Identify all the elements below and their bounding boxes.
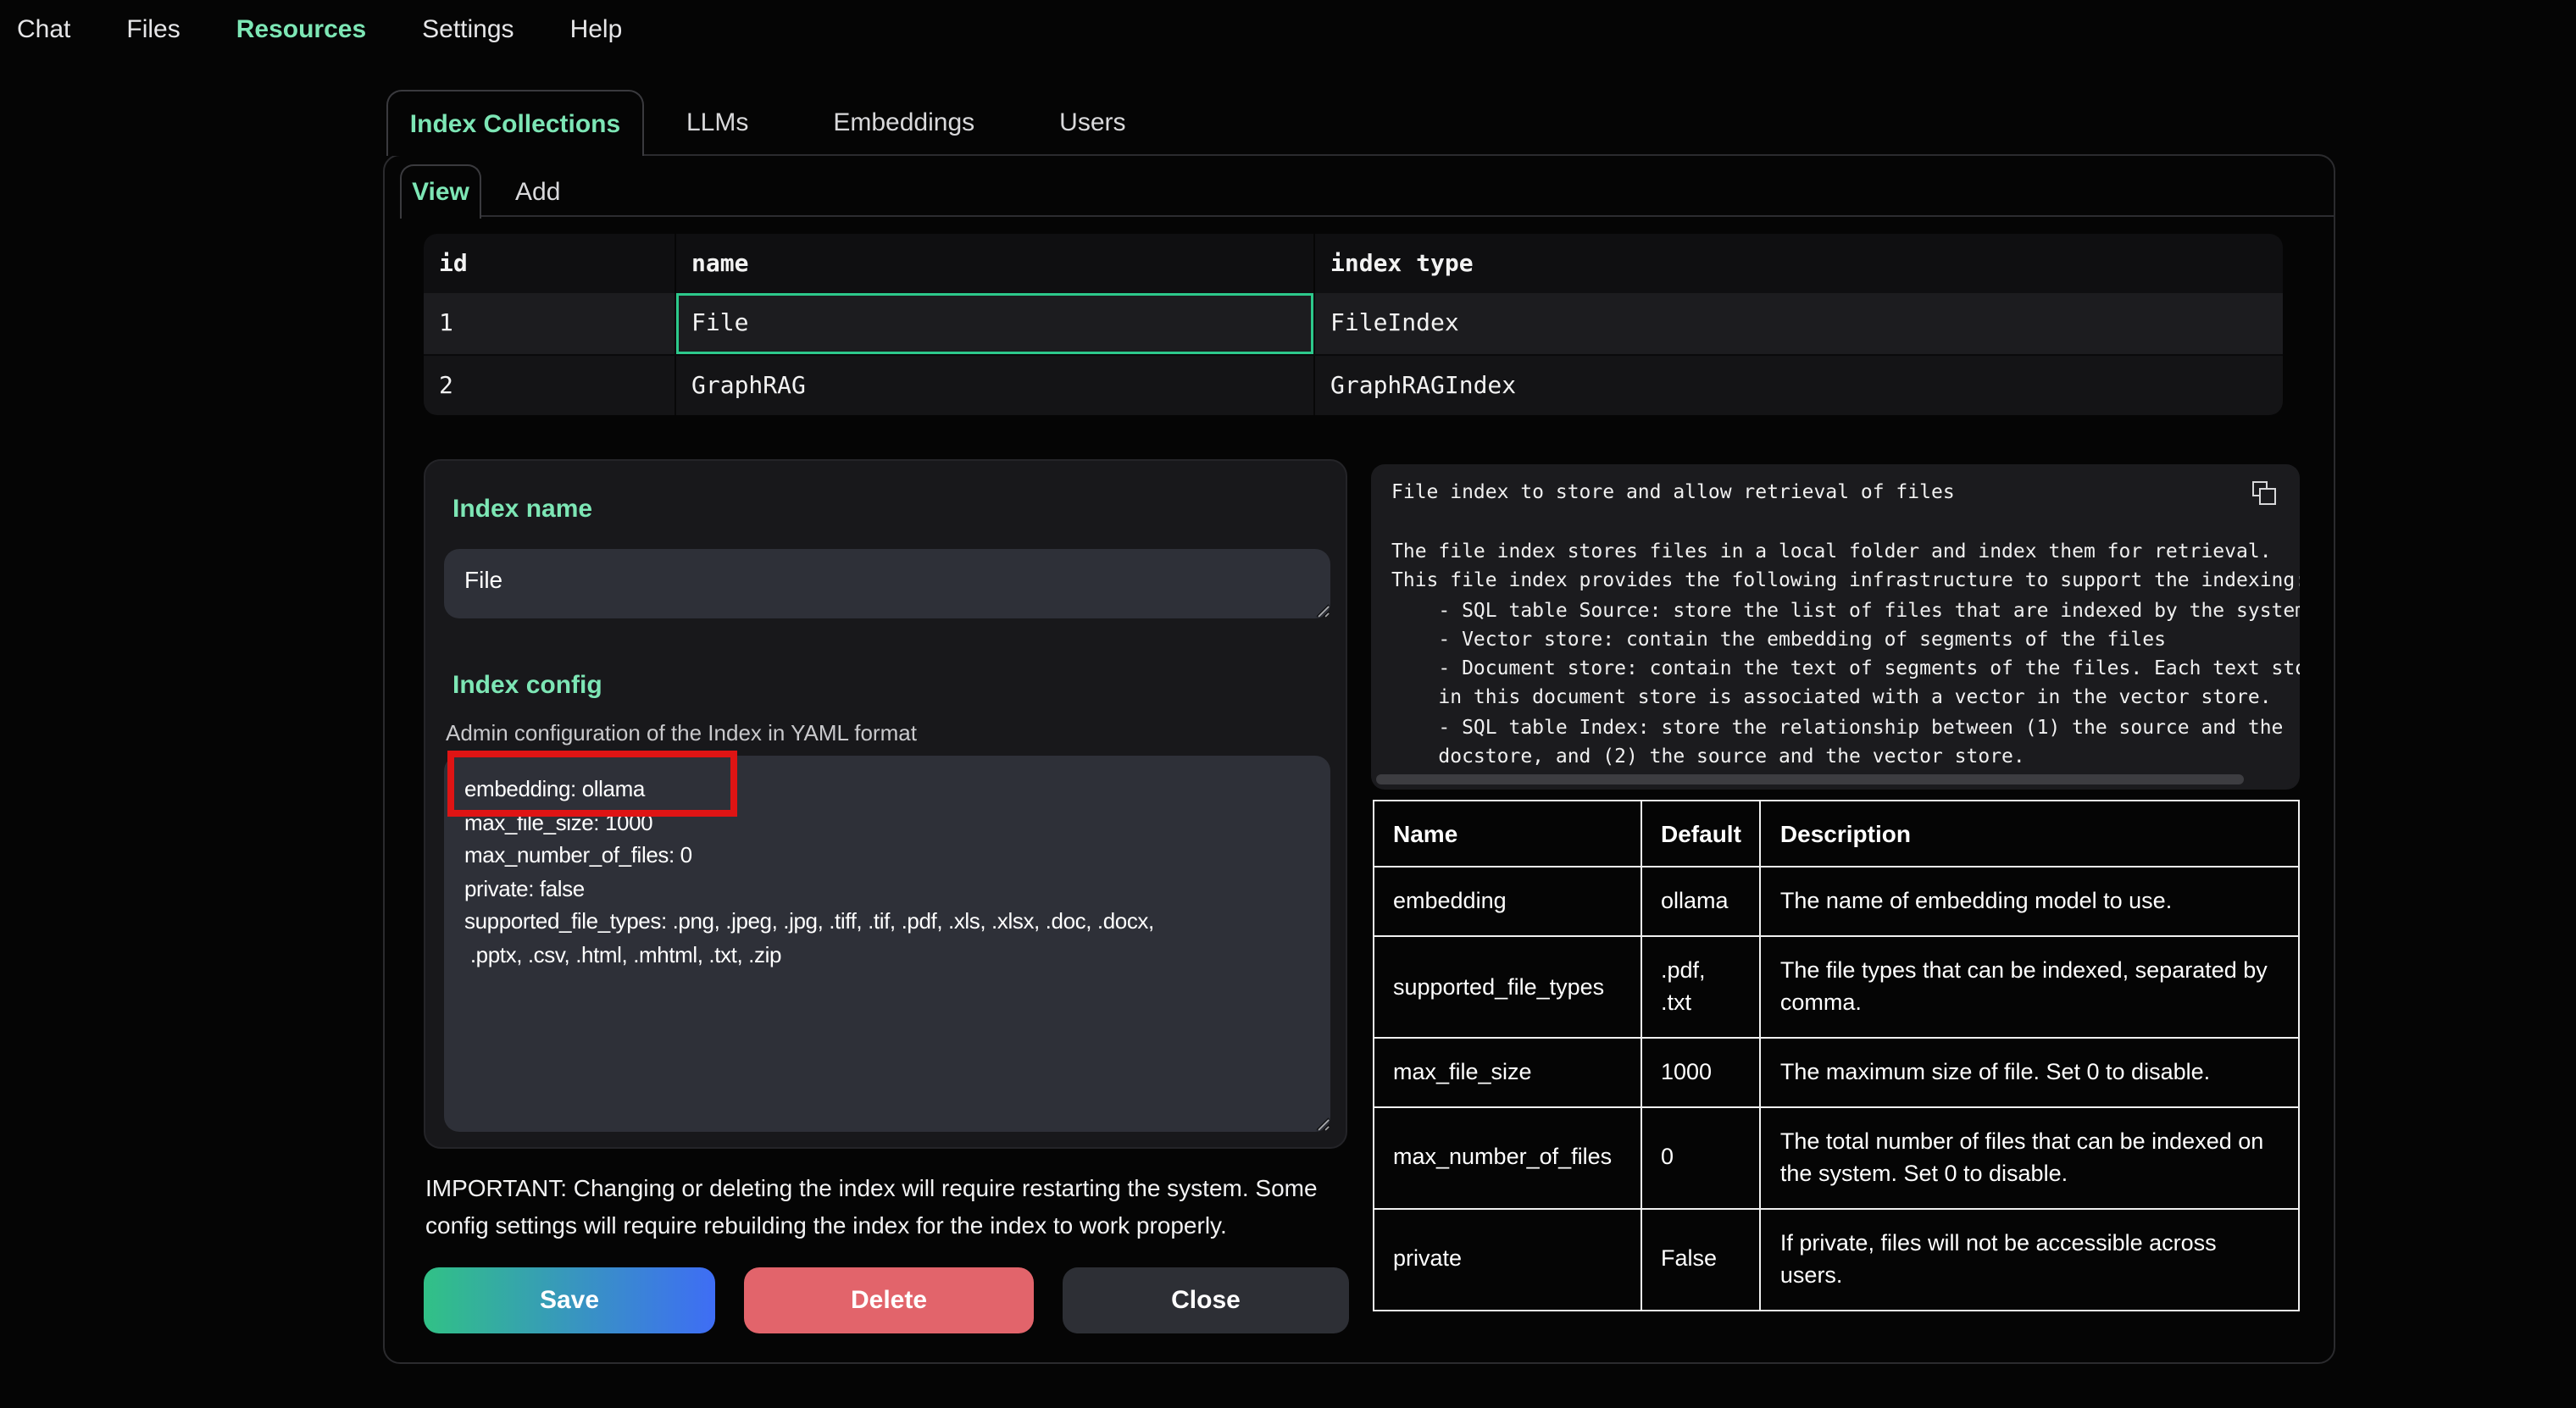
table-row[interactable]: 2 GraphRAG GraphRAGIndex: [424, 354, 2283, 415]
cell-id[interactable]: 2: [424, 356, 676, 415]
index-config-input[interactable]: embedding: ollama max_file_size: 1000 ma…: [444, 756, 1330, 1132]
doc-panel-body: The file index stores files in a local f…: [1391, 537, 2300, 772]
tab-embeddings[interactable]: Embeddings: [791, 90, 1017, 156]
nav-item-chat[interactable]: Chat: [17, 15, 70, 44]
copy-icon[interactable]: [2252, 481, 2276, 505]
subtab-divider: [400, 215, 2334, 217]
important-note: IMPORTANT: Changing or deleting the inde…: [425, 1171, 1374, 1244]
action-buttons: Save Delete Close: [424, 1267, 1349, 1333]
index-config-label: Index config: [452, 671, 602, 700]
params-header-row: Name Default Description: [1374, 801, 2299, 868]
column-header-index-type: index type: [1315, 234, 2283, 293]
copy-icon-front-square: [2258, 487, 2275, 504]
delete-button[interactable]: Delete: [744, 1267, 1034, 1333]
params-column-name: Name: [1374, 801, 1641, 868]
param-description: The maximum size of file. Set 0 to disab…: [1761, 1038, 2299, 1106]
cell-index-type[interactable]: FileIndex: [1315, 293, 2283, 354]
params-row-private: private False If private, files will not…: [1374, 1208, 2299, 1310]
param-default: 0: [1641, 1106, 1761, 1208]
subtab-view[interactable]: View: [400, 164, 481, 219]
param-description: The file types that can be indexed, sepa…: [1761, 936, 2299, 1038]
param-default: .pdf, .txt: [1641, 936, 1761, 1038]
cell-name[interactable]: GraphRAG: [676, 356, 1315, 415]
main-tab-bar: Index Collections LLMs Embeddings Users: [386, 90, 1169, 156]
param-name: supported_file_types: [1374, 936, 1641, 1038]
tab-index-collections[interactable]: Index Collections: [386, 90, 644, 156]
column-header-name: name: [676, 234, 1315, 293]
table-row[interactable]: 1 File FileIndex: [424, 293, 2283, 354]
doc-panel-title: File index to store and allow retrieval …: [1391, 479, 1955, 503]
collections-table-header: id name index type: [424, 234, 2283, 293]
nav-item-resources[interactable]: Resources: [236, 15, 366, 44]
save-button[interactable]: Save: [424, 1267, 715, 1333]
params-column-default: Default: [1641, 801, 1761, 868]
param-description: If private, files will not be accessible…: [1761, 1208, 2299, 1310]
param-name: embedding: [1374, 868, 1641, 936]
cell-name-selected[interactable]: File: [676, 293, 1315, 354]
column-header-id: id: [424, 234, 676, 293]
index-name-label: Index name: [452, 495, 592, 524]
index-config-hint: Admin configuration of the Index in YAML…: [446, 720, 917, 746]
params-table: Name Default Description embedding ollam…: [1373, 800, 2300, 1311]
cell-index-type[interactable]: GraphRAGIndex: [1315, 356, 2283, 415]
horizontal-scrollbar-thumb[interactable]: [1376, 774, 2244, 784]
param-name: max_number_of_files: [1374, 1106, 1641, 1208]
doc-panel: File index to store and allow retrieval …: [1371, 464, 2300, 790]
param-name: max_file_size: [1374, 1038, 1641, 1106]
tab-llms[interactable]: LLMs: [644, 90, 791, 156]
resources-page: Chat Files Resources Settings Help Index…: [0, 0, 2576, 1408]
index-name-input[interactable]: File: [444, 549, 1330, 618]
collections-table: id name index type 1 File FileIndex 2 Gr…: [424, 234, 2283, 415]
close-button[interactable]: Close: [1063, 1267, 1349, 1333]
params-row-supported-file-types: supported_file_types .pdf, .txt The file…: [1374, 936, 2299, 1038]
subtab-add[interactable]: Add: [485, 166, 591, 217]
nav-item-files[interactable]: Files: [126, 15, 180, 44]
index-form-card: Index name File Index config Admin confi…: [424, 459, 1347, 1149]
param-default: 1000: [1641, 1038, 1761, 1106]
tab-users[interactable]: Users: [1017, 90, 1168, 156]
params-row-embedding: embedding ollama The name of embedding m…: [1374, 868, 2299, 936]
param-description: The name of embedding model to use.: [1761, 868, 2299, 936]
param-name: private: [1374, 1208, 1641, 1310]
cell-id[interactable]: 1: [424, 293, 676, 354]
param-description: The total number of files that can be in…: [1761, 1106, 2299, 1208]
top-nav: Chat Files Resources Settings Help: [17, 15, 622, 44]
params-column-description: Description: [1761, 801, 2299, 868]
param-default: False: [1641, 1208, 1761, 1310]
nav-item-help[interactable]: Help: [570, 15, 623, 44]
nav-item-settings[interactable]: Settings: [422, 15, 514, 44]
param-default: ollama: [1641, 868, 1761, 936]
params-row-max-file-size: max_file_size 1000 The maximum size of f…: [1374, 1038, 2299, 1106]
params-row-max-number-of-files: max_number_of_files 0 The total number o…: [1374, 1106, 2299, 1208]
